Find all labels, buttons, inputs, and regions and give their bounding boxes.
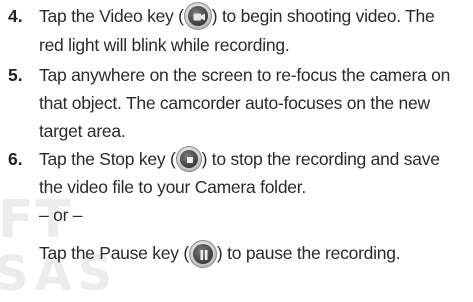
text-segment: ) to stop the recording and save (201, 149, 440, 169)
step-text: Tap the Stop key ( ) to stop the recordin… (39, 145, 469, 269)
text-segment: Tap the Pause key ( (39, 243, 189, 264)
step-number: 5. (8, 65, 23, 85)
step-line: Tap the Video key ( ) to begin shooting v… (39, 2, 469, 31)
step-text: Tap anywhere on the screen to re-focus t… (39, 61, 469, 145)
text-segment: ) to pause the recording. (216, 243, 401, 264)
stop-icon (175, 146, 202, 173)
step-text: Tap the Video key ( ) to begin shooting v… (39, 2, 469, 59)
step-number: 6. (8, 149, 23, 169)
step-number: 4. (8, 6, 23, 26)
step-line: Tap the Stop key ( ) to stop the recordin… (39, 145, 469, 173)
step-line: Tap anywhere on the screen to re-focus t… (39, 65, 451, 85)
or-separator: – or – (39, 205, 83, 226)
step-line: Tap the Pause key ( ) to pause the record… (39, 239, 469, 268)
video-camera-icon (183, 2, 212, 31)
step-line: the video file to your Camera folder. (39, 177, 307, 198)
step-line: that object. The camcorder auto-focuses … (39, 93, 430, 113)
step-line: target area. (39, 121, 126, 141)
pause-icon (188, 239, 217, 268)
text-segment: Tap the Stop key ( (39, 149, 176, 169)
text-segment: Tap the Video key ( (39, 6, 184, 26)
step-line: red light will blink while recording. (39, 35, 290, 56)
text-segment: ) to begin shooting video. The (211, 6, 435, 26)
